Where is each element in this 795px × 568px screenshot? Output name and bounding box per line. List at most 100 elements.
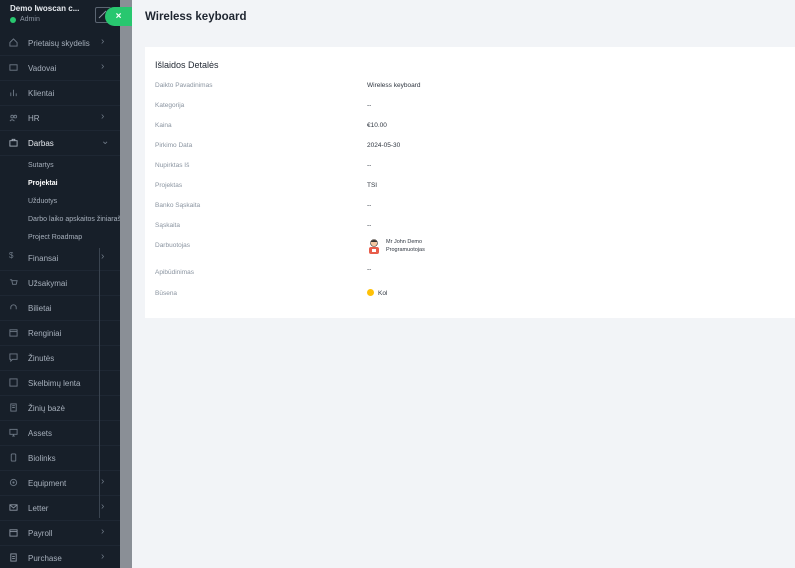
detail-label: Kaina <box>155 122 172 129</box>
detail-row-project: Projektas TSI <box>155 182 795 194</box>
sidebar-subitem-roadmap[interactable]: Project Roadmap <box>0 228 120 246</box>
sidebar-nav: Prietaisų skydelis › Vadovai › Klientai … <box>0 31 120 568</box>
briefcase-icon <box>9 138 18 147</box>
wallet-icon <box>9 529 18 537</box>
chevron-down-icon: ⌄ <box>101 136 110 147</box>
detail-row-description: Apibūdinimas -- <box>155 266 795 281</box>
chevron-right-icon: › <box>101 251 105 262</box>
sidebar-scrollbar[interactable] <box>99 248 100 518</box>
sidebar-item-label: Prietaisų skydelis <box>28 38 90 48</box>
sidebar-item-label: Bilietai <box>28 303 52 313</box>
detail-label: Kategorija <box>155 102 185 109</box>
sidebar-item-payroll[interactable]: Payroll › <box>0 521 120 546</box>
detail-value: -- <box>367 162 372 169</box>
expense-details-card: Išlaidos Detalės Daikto Pavadinimas Wire… <box>145 47 795 318</box>
sidebar-item-vadovai[interactable]: Vadovai › <box>0 56 120 81</box>
sidebar-item-label: Klientai <box>28 88 55 98</box>
sidebar: Demo Iwoscan c... Admin Prietaisų skydel… <box>0 0 120 568</box>
sidebar-subitem-uzduotys[interactable]: Užduotys <box>0 192 120 210</box>
sidebar-item-label: Purchase <box>28 553 62 563</box>
detail-label: Daikto Pavadinimas <box>155 82 213 89</box>
chevron-right-icon: › <box>101 476 105 487</box>
dashboard-icon <box>9 38 18 47</box>
dollar-icon: $ <box>9 251 14 260</box>
sidebar-item-label: HR <box>28 113 40 123</box>
user-role: Admin <box>10 16 40 23</box>
detail-label: Banko Sąskaita <box>155 202 201 209</box>
employee-info[interactable]: Mr John Demo Programuotojas <box>367 238 487 258</box>
detail-row-invoice: Sąskaita -- <box>155 222 795 234</box>
company-name[interactable]: Demo Iwoscan c... <box>10 4 90 13</box>
employee-name[interactable]: Mr John Demo <box>386 239 422 245</box>
card-title: Išlaidos Detalės <box>155 60 219 70</box>
sidebar-item-darbas[interactable]: Darbas ⌄ <box>0 131 120 156</box>
sidebar-item-label: Payroll <box>28 528 53 538</box>
envelope-icon <box>9 504 18 511</box>
sidebar-item-klientai[interactable]: Klientai <box>0 81 120 106</box>
detail-row-price: Kaina €10.00 <box>155 122 795 134</box>
sidebar-subitem-projektai[interactable]: Projektai <box>0 174 120 192</box>
chevron-right-icon: › <box>101 111 105 122</box>
sidebar-item-dashboard[interactable]: Prietaisų skydelis › <box>0 31 120 56</box>
chevron-right-icon: › <box>101 61 105 72</box>
employee-job: Programuotojas <box>386 247 425 253</box>
calendar-icon <box>9 329 18 337</box>
sidebar-item-label: Letter <box>28 503 49 513</box>
role-label: Admin <box>20 16 40 23</box>
sidebar-subitem-timesheet[interactable]: Darbo laiko apskaitos žiniaraštis <box>0 210 120 228</box>
chevron-right-icon: › <box>101 501 105 512</box>
detail-row-employee: Darbuotojas Mr John Demo Programuotojas <box>155 239 795 254</box>
online-status-dot <box>10 16 16 23</box>
chart-icon <box>10 89 17 97</box>
detail-value: -- <box>367 222 372 229</box>
sidebar-item-letter[interactable]: Letter › <box>0 496 120 521</box>
monitor-icon <box>9 428 18 437</box>
sidebar-item-finansai[interactable]: $ Finansai › <box>0 246 120 271</box>
sidebar-item-biolinks[interactable]: Biolinks <box>0 446 120 471</box>
cart-icon <box>9 279 18 285</box>
detail-row-purchase-date: Pirkimo Data 2024-05-30 <box>155 142 795 154</box>
sidebar-item-hr[interactable]: HR › <box>0 106 120 131</box>
users-icon <box>9 114 18 122</box>
main-content: Wireless keyboard Išlaidos Detalės Daikt… <box>132 0 795 568</box>
headset-icon <box>10 304 17 310</box>
detail-row-purchased-from: Nupirktas Iš -- <box>155 162 795 174</box>
sidebar-item-skelbimu-lenta[interactable]: Skelbimų lenta <box>0 371 120 396</box>
chevron-right-icon: › <box>101 526 105 537</box>
message-icon <box>9 353 18 362</box>
status-dot <box>367 289 374 296</box>
sidebar-item-label: Assets <box>28 428 53 438</box>
sidebar-item-uzsakymai[interactable]: Užsakymai <box>0 271 120 296</box>
sidebar-item-label: Žinutės <box>28 353 55 363</box>
sidebar-item-assets[interactable]: Assets <box>0 421 120 446</box>
sidebar-item-label: Darbas <box>28 138 54 148</box>
sidebar-item-ziniu-baze[interactable]: Žinių bazė <box>0 396 120 421</box>
detail-value: €10.00 <box>367 122 387 129</box>
detail-label: Nupirktas Iš <box>155 162 190 169</box>
sidebar-item-renginiai[interactable]: Renginiai <box>0 321 120 346</box>
book-icon <box>10 403 17 412</box>
sidebar-item-label: Equipment <box>28 478 67 488</box>
detail-label: Darbuotojas <box>155 242 191 249</box>
detail-value: -- <box>367 102 372 109</box>
detail-row-status: Būsena Kol <box>155 289 795 302</box>
sidebar-item-purchase[interactable]: Purchase › <box>0 546 120 568</box>
sidebar-item-label: Renginiai <box>28 328 62 338</box>
sidebar-item-label: Skelbimų lenta <box>28 378 81 388</box>
sidebar-toggle-button[interactable]: × <box>105 7 132 26</box>
sidebar-item-zinutes[interactable]: Žinutės <box>0 346 120 371</box>
sidebar-item-label: Finansai <box>28 253 59 263</box>
detail-value: -- <box>367 202 372 209</box>
detail-label: Būsena <box>155 290 178 297</box>
detail-row-category: Kategorija -- <box>155 102 795 114</box>
page-title: Wireless keyboard <box>145 11 247 23</box>
sidebar-subitem-sutartys[interactable]: Sutartys <box>0 156 120 174</box>
detail-label: Pirkimo Data <box>155 142 193 149</box>
phone-icon <box>10 453 17 462</box>
sidebar-item-equipment[interactable]: Equipment › <box>0 471 120 496</box>
sidebar-item-label: Vadovai <box>28 63 57 73</box>
detail-value: TSI <box>367 182 378 189</box>
chevron-right-icon: › <box>101 36 105 47</box>
sidebar-item-bilietai[interactable]: Bilietai <box>0 296 120 321</box>
detail-label: Apibūdinimas <box>155 269 195 276</box>
